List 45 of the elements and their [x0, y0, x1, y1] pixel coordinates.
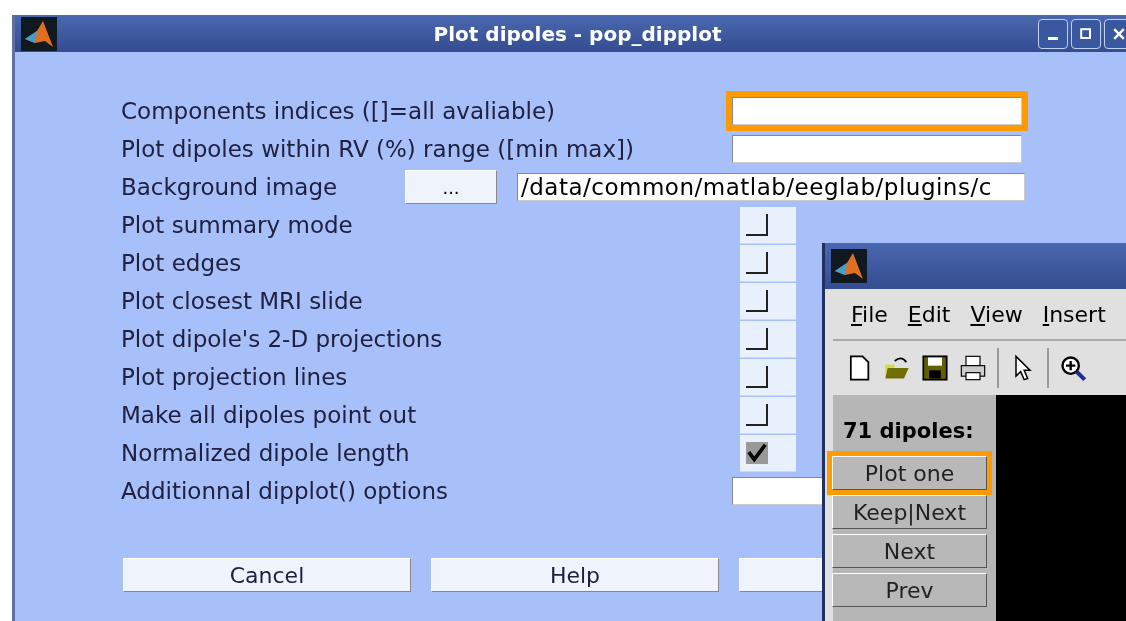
- checkbox-label: Plot dipole's 2-D projections: [121, 326, 444, 352]
- checkbox-label: Make all dipoles point out: [121, 402, 418, 428]
- checkbox[interactable]: [746, 365, 768, 388]
- checkbox[interactable]: [746, 213, 768, 236]
- maximize-icon: [1078, 25, 1094, 42]
- open-folder-icon[interactable]: [883, 354, 911, 382]
- app-logo-icon: [831, 249, 867, 283]
- field-label: Components indices ([]=all avaliable): [121, 98, 557, 124]
- plot-button[interactable]: Next: [832, 534, 987, 568]
- close-button[interactable]: [1104, 18, 1126, 49]
- plot-button[interactable]: Keep|Next: [832, 495, 987, 529]
- input-field[interactable]: [732, 135, 1022, 163]
- checkbox-label: Plot closest MRI slide: [121, 288, 364, 314]
- checkbox-label: Normalized dipole length: [121, 440, 411, 466]
- dialog-button[interactable]: Help: [431, 558, 719, 592]
- checkbox[interactable]: [746, 441, 768, 464]
- dialog-button[interactable]: Cancel: [123, 558, 411, 592]
- checkbox-label: Plot projection lines: [121, 364, 349, 390]
- input-field[interactable]: /data/common/matlab/eeglab/plugins/c: [517, 173, 1025, 201]
- print-icon[interactable]: [959, 354, 987, 382]
- plot-button[interactable]: Plot one: [832, 456, 987, 490]
- menu-item[interactable]: File: [851, 301, 888, 327]
- maximize-button[interactable]: [1071, 18, 1101, 49]
- checkbox-label: Plot summary mode: [121, 212, 354, 238]
- window-title: Plot dipoles - pop_dipplot: [432, 21, 723, 46]
- field-label: Background image: [121, 174, 339, 200]
- dipole-count: 71 dipoles:: [842, 418, 975, 445]
- menu-item[interactable]: View: [970, 301, 1023, 327]
- save-icon[interactable]: [921, 354, 949, 382]
- checkbox[interactable]: [746, 251, 768, 274]
- minimize-icon: [1048, 37, 1058, 40]
- field-label: Additionnal dipplot() options: [121, 478, 449, 504]
- plot-button[interactable]: Prev: [832, 573, 987, 607]
- menu-item[interactable]: Edit: [907, 301, 951, 327]
- input-field[interactable]: [732, 97, 1022, 125]
- checkbox[interactable]: [746, 403, 768, 426]
- menu-item[interactable]: Insert: [1042, 301, 1106, 327]
- app-logo-icon: [21, 16, 57, 51]
- checkbox[interactable]: [746, 289, 768, 312]
- checkbox[interactable]: [746, 327, 768, 350]
- checkbox-label: Plot edges: [121, 250, 243, 276]
- zoom-in-icon[interactable]: [1059, 354, 1087, 382]
- field-label: Plot dipoles within RV (%) range ([min max]): [121, 136, 635, 162]
- minimize-button[interactable]: [1038, 18, 1068, 49]
- browse-button[interactable]: ...: [405, 170, 497, 204]
